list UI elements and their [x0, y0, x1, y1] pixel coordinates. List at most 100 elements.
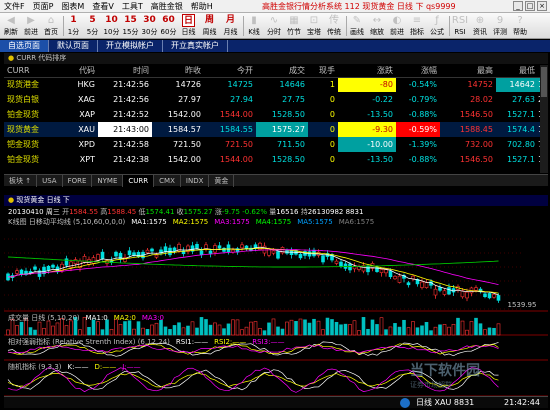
review-button[interactable]: 9 评测	[491, 14, 509, 38]
quote-scrollbar[interactable]	[540, 65, 548, 173]
period-30min-icon: 30	[143, 15, 156, 25]
quote-row[interactable]: 现货港金 HKG 21:42:56 14726 14725 14646 1 -80 -0.54%…	[4, 77, 548, 92]
candle-body	[465, 291, 469, 299]
volume-bar	[420, 325, 424, 336]
indicator-button[interactable]: ≡ 指标	[408, 14, 426, 38]
help-button[interactable]: ? 帮助	[511, 14, 529, 38]
kline-button[interactable]: ▮ K线	[245, 14, 263, 38]
column-header[interactable]: 最低	[496, 65, 538, 78]
column-header[interactable]: 代码	[54, 65, 98, 78]
formula-button[interactable]: ƒ 公式	[428, 14, 446, 38]
quote-row[interactable]: 钯金现货 XPD 21:42:58 721.50 721.50 711.50 0 -10.00…	[4, 137, 548, 152]
volume-bar	[64, 325, 69, 336]
bamboo-button[interactable]: ▦ 竹节	[285, 14, 303, 38]
quote-row[interactable]: 现货黄金 XAU 21:43:00 1584.57 1584.55 1575.27 0 -9.…	[4, 122, 548, 137]
legend-item: RSI1:——	[176, 338, 208, 346]
legend-name: MA2	[113, 314, 130, 322]
drawline-button[interactable]: ✎ 画线	[348, 14, 366, 38]
cell-chg: -9.30	[338, 122, 396, 137]
subtab[interactable]: FORE	[63, 174, 93, 187]
toolbar: ◀ 刷新 ▶ 前进 ⌂ 首页 1 1分 5 5分 10 10分 15 15分 30 30分 60 60分日日线周周…	[0, 13, 550, 39]
volume-bar	[411, 321, 415, 336]
column-header[interactable]: 涨跌	[338, 65, 396, 78]
column-header[interactable]: 时间	[98, 65, 152, 78]
column-header[interactable]: 最高	[440, 65, 496, 78]
tab-real-account[interactable]: 开立真实帐户	[163, 40, 228, 52]
classic-button[interactable]: 传传统	[325, 14, 343, 38]
timeshare-button[interactable]: ∿ 分时	[265, 14, 283, 38]
period-day-button[interactable]: 日日线	[179, 14, 198, 38]
menu-brand[interactable]: 高胜金银	[147, 0, 187, 13]
toolbar-label: 前进	[390, 28, 404, 36]
minimize-button[interactable]: _	[513, 1, 523, 11]
legend-name: RSI2	[214, 338, 230, 346]
close-button[interactable]: ×	[537, 1, 547, 11]
tower-button[interactable]: ⊡ 宝塔	[305, 14, 323, 38]
zoom-button[interactable]: ↔ 缩放	[368, 14, 386, 38]
volume-bar	[109, 329, 114, 336]
subtab[interactable]: 黄金	[209, 174, 235, 187]
menu-chart[interactable]: 图表M	[57, 0, 88, 13]
subtab[interactable]: CMX	[154, 174, 181, 187]
volume-bar	[213, 322, 217, 336]
column-header[interactable]: CURR	[4, 65, 54, 78]
legend-item: RSI3:——	[252, 338, 284, 346]
volume-bar	[244, 326, 249, 336]
period-15min-button[interactable]: 15 15分	[122, 14, 139, 38]
menu-help[interactable]: 帮助H	[187, 0, 217, 13]
cell-chg: -80	[338, 77, 396, 92]
menu-tools[interactable]: 工具T	[118, 0, 147, 13]
home-button[interactable]: ⌂ 首页	[42, 14, 60, 38]
rsi-button[interactable]: RSI RSI	[451, 14, 469, 38]
column-header[interactable]: 昨收	[152, 65, 204, 78]
period-60min-button[interactable]: 60 60分	[160, 14, 177, 38]
volume-bar	[321, 329, 325, 336]
column-header[interactable]: 今开	[204, 65, 256, 78]
period-week-button[interactable]: 周周线	[200, 14, 219, 38]
cell-name: 现货黄金	[4, 122, 54, 137]
period-10min-button[interactable]: 10 10分	[103, 14, 120, 38]
volume-bar	[361, 317, 366, 336]
menu-view[interactable]: 查看V	[88, 0, 117, 13]
tab-favorites[interactable]: 自选页面	[0, 40, 49, 52]
scrollbar-thumb[interactable]	[541, 67, 547, 97]
menu-file[interactable]: 文件F	[0, 0, 29, 13]
drawline-icon: ✎	[352, 15, 362, 26]
period-month-button[interactable]: 月月线	[221, 14, 240, 38]
toolbar-separator	[243, 16, 244, 36]
volume-bar	[447, 326, 451, 336]
subtab[interactable]: USA	[37, 174, 63, 187]
quote-row[interactable]: 现货白银 XAG 21:42:56 27.97 27.94 27.75 0 -0.22 -0.7…	[4, 92, 548, 107]
quote-row[interactable]: 铂金现货 XAP 21:42:52 1542.00 1544.00 1528.50 0 -13…	[4, 107, 548, 122]
menu-page[interactable]: 页面P	[29, 0, 58, 13]
subtab[interactable]: NYME	[92, 174, 124, 187]
tab-default[interactable]: 默认页面	[49, 40, 98, 52]
legend-value: ——	[270, 338, 285, 346]
legend-value: ——	[194, 338, 209, 346]
legend-item: MA1:0	[86, 314, 108, 322]
period-5min-button[interactable]: 5 5分	[84, 14, 101, 38]
column-header[interactable]: 现手	[308, 65, 338, 78]
news-button[interactable]: ⊕ 资讯	[471, 14, 489, 38]
subtab[interactable]: INDX	[181, 174, 210, 187]
candle-body	[460, 290, 465, 298]
subtab[interactable]: 板块 ↑	[4, 174, 38, 187]
forward-button[interactable]: ▶ 前进	[22, 14, 40, 38]
quote-row[interactable]: 铂金现货 XPT 21:42:38 1542.00 1544.00 1528.50 0 -13…	[4, 152, 548, 167]
period-30min-button[interactable]: 30 30分	[141, 14, 158, 38]
column-header[interactable]: 成交	[256, 65, 308, 78]
candle-body	[262, 245, 267, 254]
stat-close: 1575.27	[183, 208, 213, 216]
subtab[interactable]: CURR	[123, 174, 155, 187]
column-header[interactable]: 涨幅	[396, 65, 440, 78]
tab-demo-account[interactable]: 开立模拟帐户	[98, 40, 163, 52]
advance-button[interactable]: ◐ 前进	[388, 14, 406, 38]
cell-pct: -0.59%	[396, 122, 440, 137]
volume-bar	[384, 329, 388, 336]
stat-extra: 8831	[345, 208, 364, 216]
volume-bar	[123, 321, 127, 336]
kline-icon: ▮	[251, 15, 257, 26]
period-1min-button[interactable]: 1 1分	[65, 14, 82, 38]
maximize-button[interactable]: □	[525, 1, 535, 11]
refresh-button[interactable]: ◀ 刷新	[2, 14, 20, 38]
